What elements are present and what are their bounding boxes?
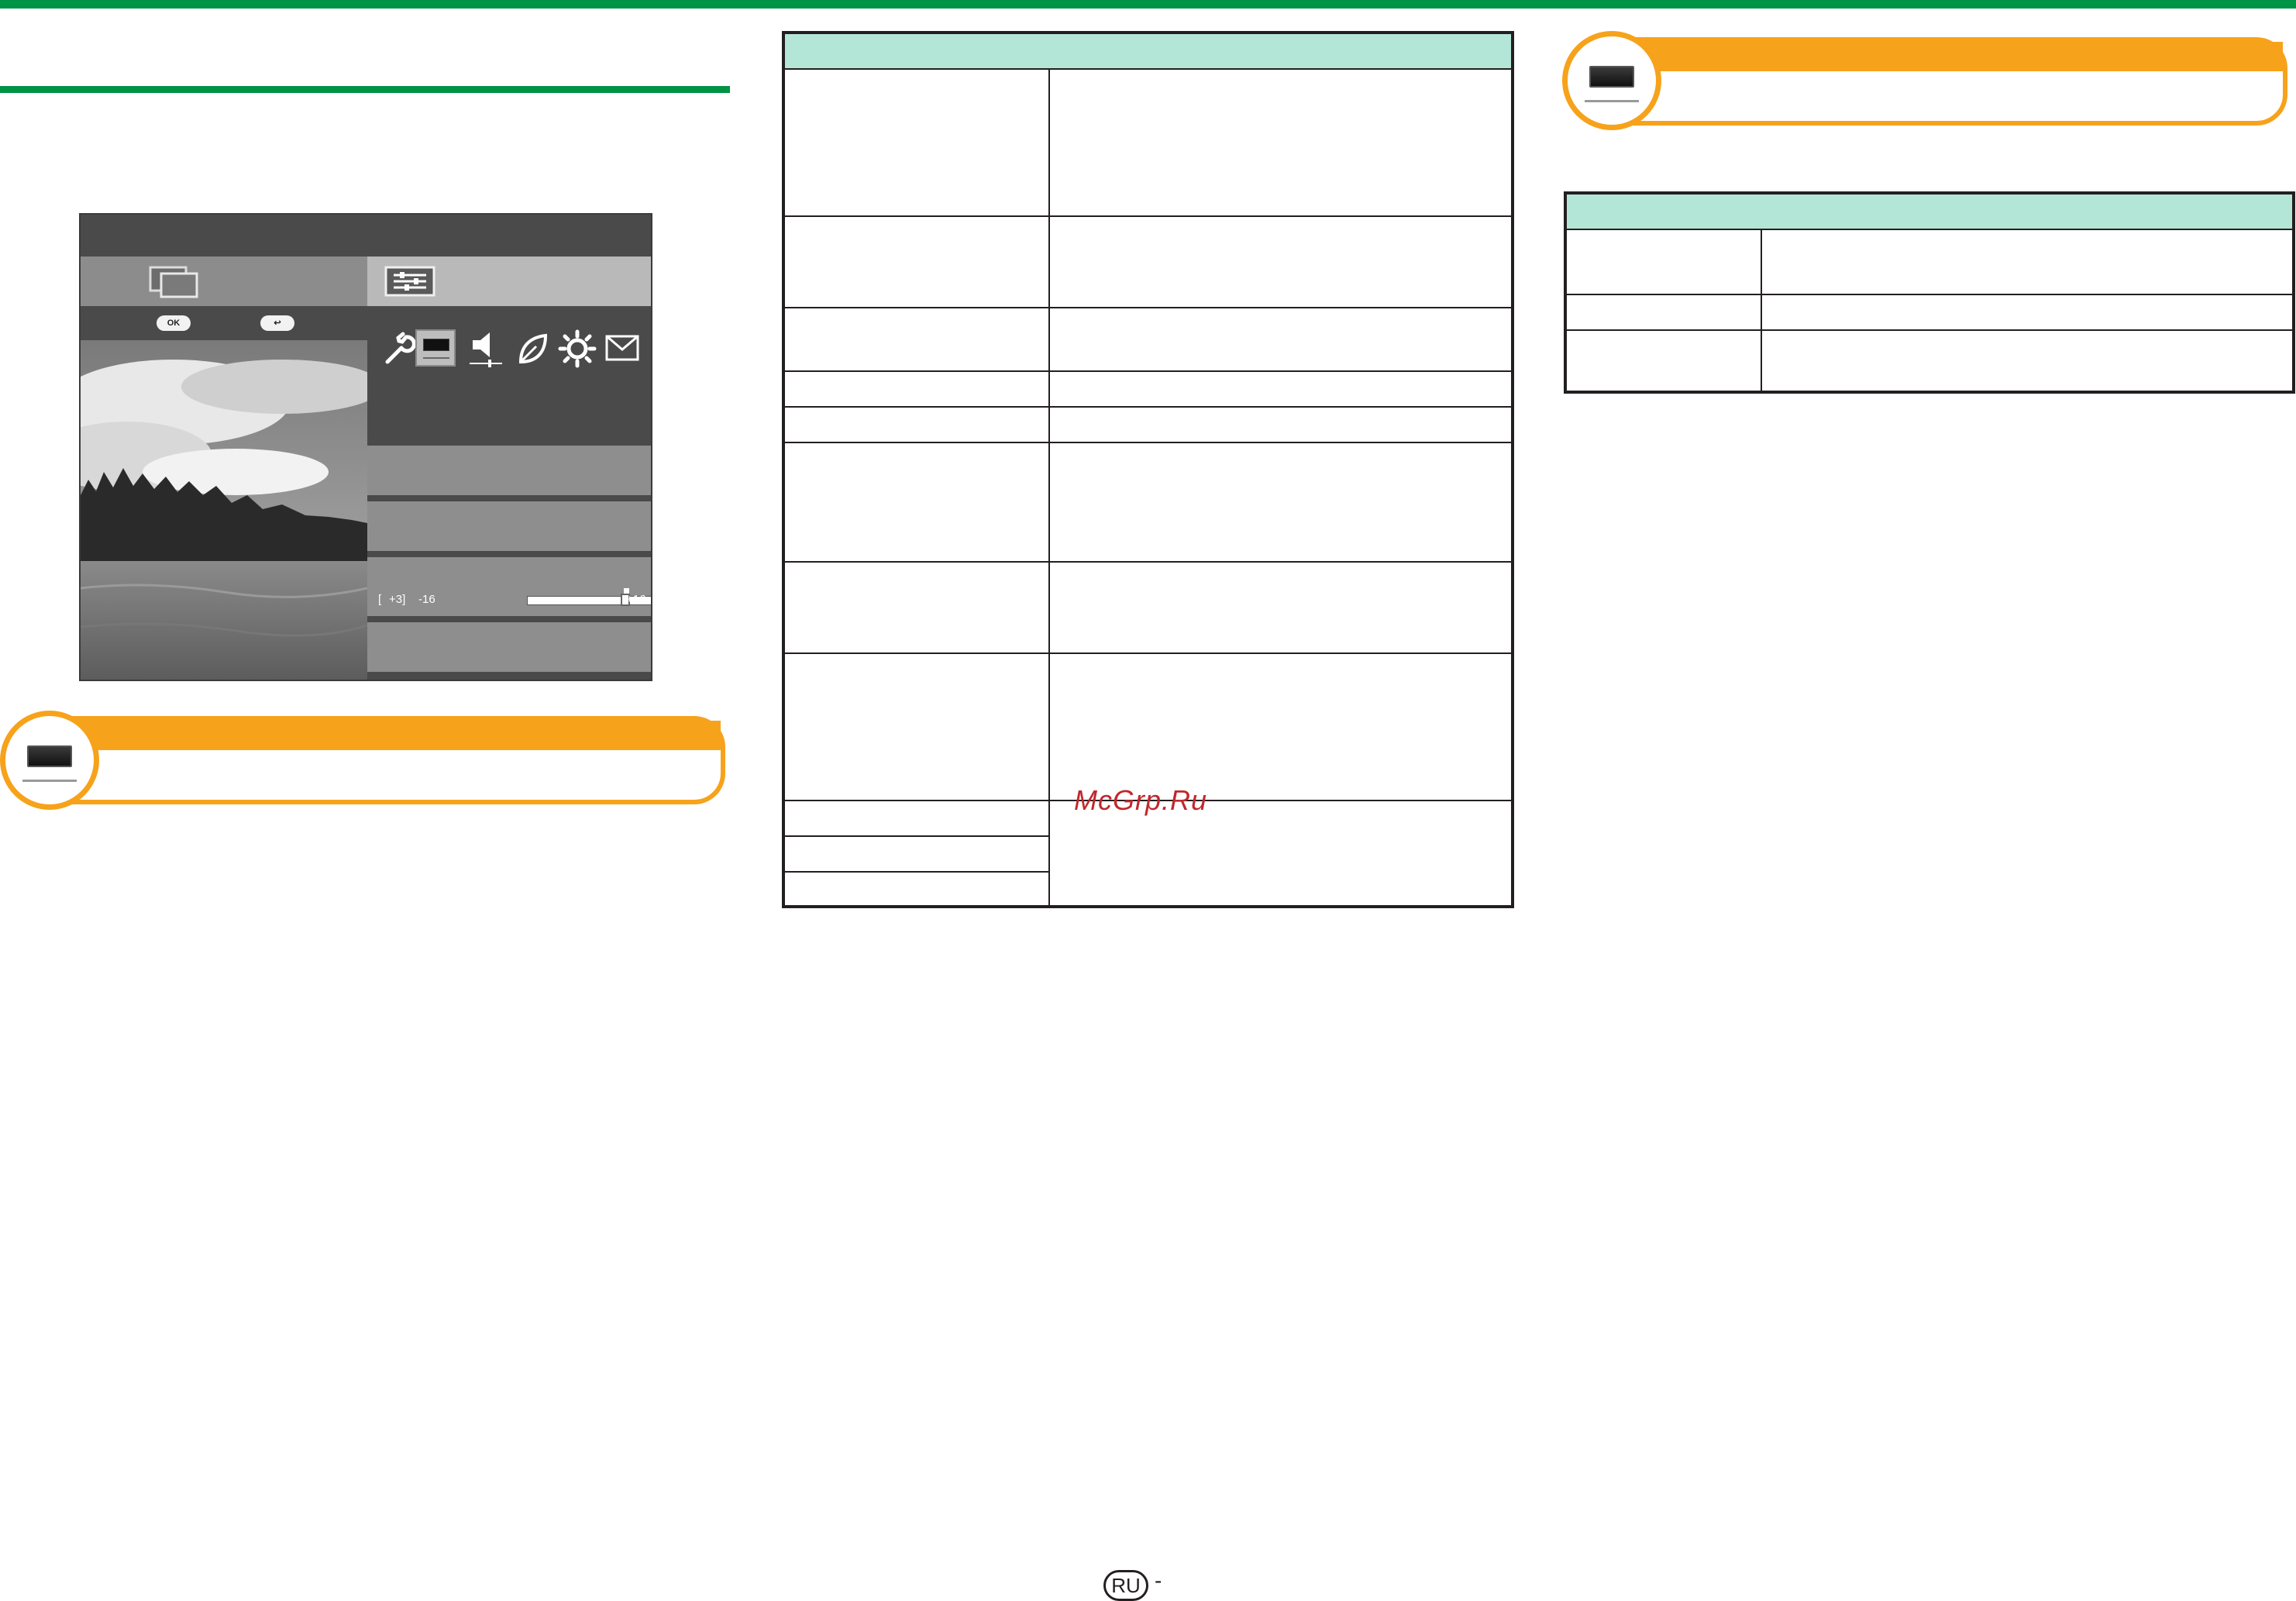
tv-menu-row-2[interactable]	[367, 501, 651, 551]
tv-menu-row-4[interactable]	[367, 622, 651, 672]
table-row	[785, 215, 1511, 217]
back-button-hint: ↩	[260, 315, 294, 331]
section-title-rule	[0, 86, 730, 93]
slider-max-label: +16	[626, 593, 646, 606]
table-row	[785, 442, 1511, 443]
gear-icon[interactable]	[558, 329, 597, 368]
picture-icon[interactable]	[415, 329, 456, 367]
table-header	[1567, 195, 2292, 230]
ok-button-hint: OK	[157, 315, 191, 331]
table-row	[785, 871, 1048, 873]
tv-menu-screenshot: OK ↩ [+3] -16 +16	[79, 213, 652, 681]
callout-badge-right	[1562, 31, 1661, 130]
tv-menu-row-slider[interactable]	[367, 557, 651, 616]
tv-tab-settings[interactable]	[367, 257, 651, 306]
slider-bracket: [	[378, 593, 382, 606]
envelope-icon[interactable]	[604, 334, 640, 362]
table-row	[1567, 329, 2292, 331]
tv-settings-iconbar	[367, 306, 651, 446]
callout-header-left	[31, 716, 725, 804]
table-row	[785, 307, 1511, 308]
slider-min-label: -16	[418, 593, 435, 606]
table-row	[785, 561, 1511, 563]
watermark-text: McGrp.Ru	[1074, 784, 1208, 816]
windows-icon	[149, 266, 198, 298]
tv-tab-inputs[interactable]	[81, 257, 367, 306]
settings-table-right	[1564, 191, 2295, 394]
leaf-icon[interactable]	[515, 331, 550, 367]
top-accent-bar	[0, 0, 2296, 9]
page-number-dash: -	[1155, 1568, 1162, 1592]
speaker-icon[interactable]	[468, 328, 504, 368]
table-row	[785, 370, 1511, 372]
table-row	[785, 652, 1511, 654]
table-row	[785, 406, 1511, 408]
slider-current-value: +3]	[389, 593, 406, 606]
callout-badge-left	[0, 711, 99, 810]
tv-picture-icon	[1589, 66, 1634, 88]
landscape-photo	[81, 340, 367, 680]
sliders-icon	[384, 266, 435, 297]
tv-menu-row-1[interactable]	[367, 446, 651, 495]
settings-table-middle	[782, 31, 1514, 908]
table-row	[1567, 294, 2292, 295]
tv-picture-icon	[27, 745, 72, 767]
callout-header-right	[1593, 37, 2287, 126]
tv-menu-header	[81, 215, 651, 257]
country-badge: RU	[1103, 1570, 1148, 1601]
table-row	[785, 835, 1048, 837]
wrench-icon[interactable]	[381, 331, 417, 367]
table-header	[785, 34, 1511, 70]
